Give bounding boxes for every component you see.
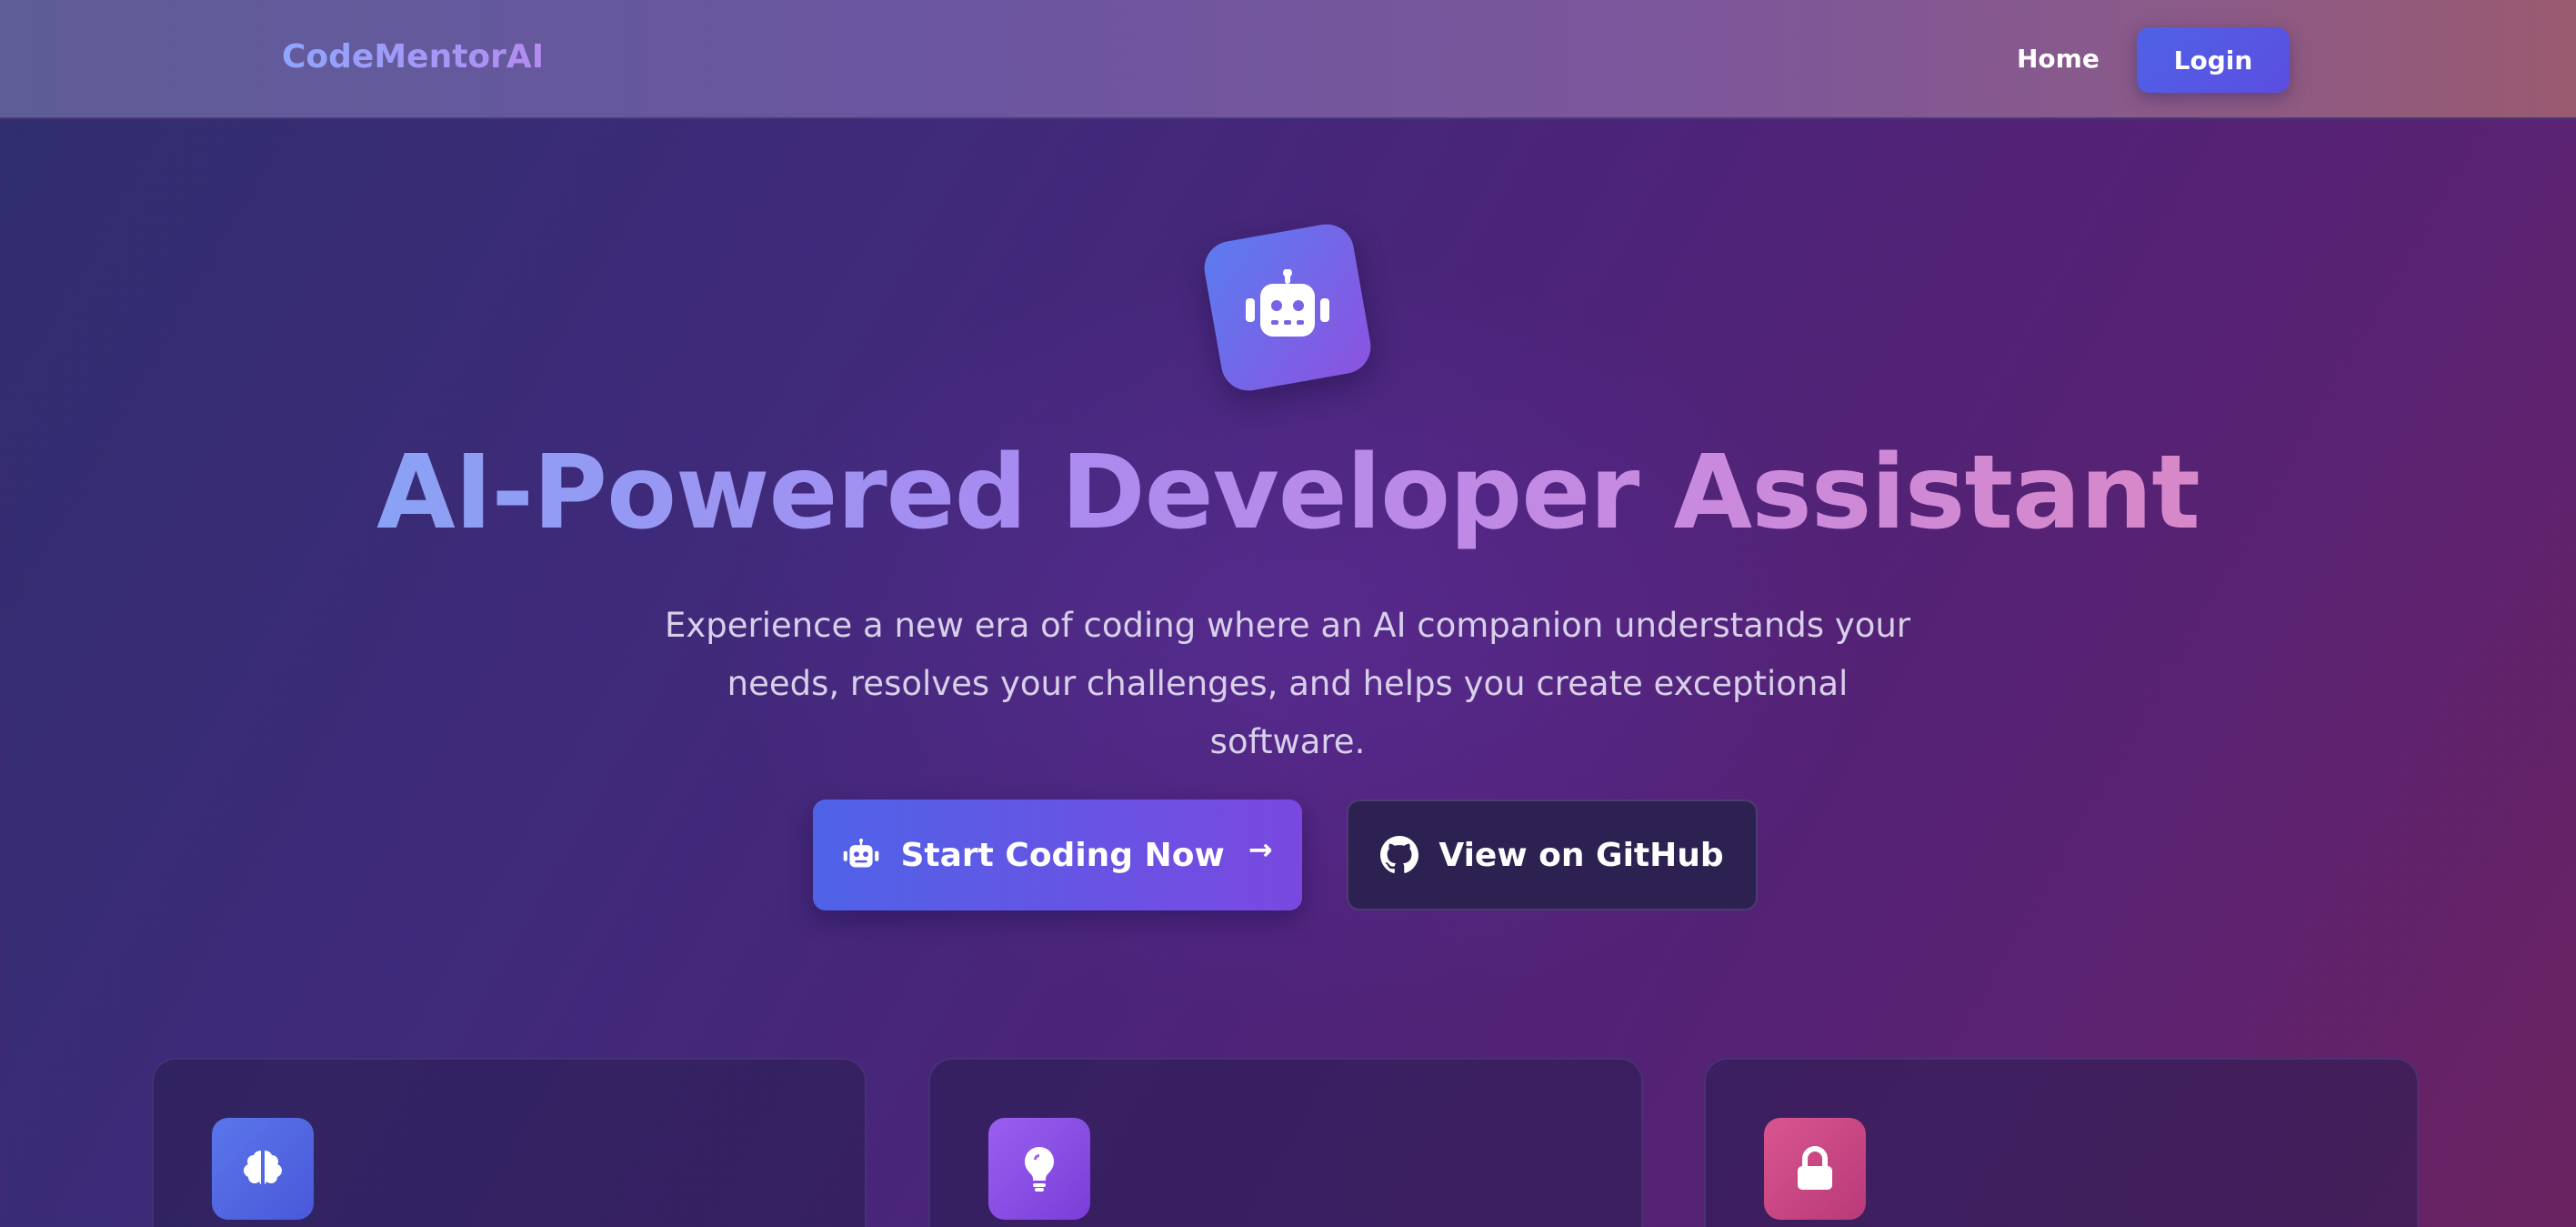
feature-icon-badge	[212, 1118, 314, 1220]
hero-subtitle: Experience a new era of coding where an …	[651, 597, 1924, 771]
arrow-right-icon: →	[1248, 832, 1273, 867]
lightbulb-icon	[1025, 1147, 1054, 1192]
feature-card-3	[1704, 1058, 2419, 1227]
feature-card-1	[152, 1058, 867, 1227]
robot-icon	[1246, 269, 1329, 337]
nav-home-link[interactable]: Home	[2017, 44, 2100, 74]
feature-icon-badge	[1764, 1118, 1866, 1220]
view-github-button[interactable]: View on GitHub	[1347, 800, 1758, 910]
feature-card-2	[928, 1058, 1643, 1227]
robot-icon	[844, 839, 879, 868]
feature-icon-badge	[988, 1118, 1090, 1220]
brain-icon	[244, 1151, 282, 1184]
top-navbar: CodeMentorAI Home Login	[0, 0, 2576, 119]
view-github-label: View on GitHub	[1438, 836, 1724, 874]
hero-robot-badge	[1199, 219, 1376, 396]
hero-title: AI-Powered Developer Assistant	[0, 432, 2576, 554]
lock-icon	[1798, 1146, 1832, 1190]
hero-title-text: AI-Powered Developer Assistant	[376, 434, 2200, 552]
start-coding-label: Start Coding Now	[900, 836, 1225, 874]
hero-subtitle-line-2: needs, resolves your challenges, and hel…	[727, 664, 1849, 761]
start-coding-button[interactable]: Start Coding Now →	[813, 800, 1302, 910]
hero-subtitle-line-1: Experience a new era of coding where an …	[664, 606, 1911, 645]
login-button[interactable]: Login	[2137, 27, 2290, 93]
github-icon	[1380, 836, 1419, 873]
brand-logo[interactable]: CodeMentorAI	[282, 38, 544, 75]
